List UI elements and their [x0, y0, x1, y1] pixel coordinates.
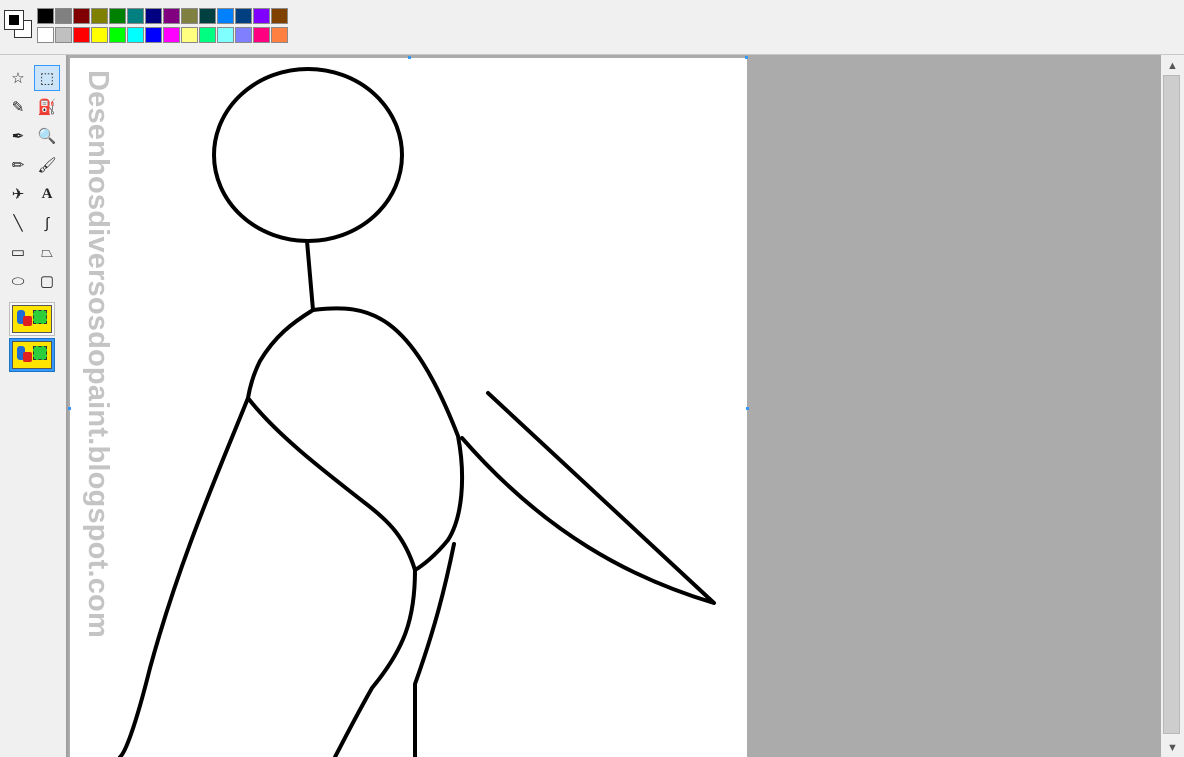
rounded-rectangle-icon: ▢	[39, 273, 55, 290]
brush-tool[interactable]: 🖌	[34, 152, 60, 178]
color-swatch[interactable]	[109, 27, 126, 43]
resize-handle-top[interactable]	[408, 56, 411, 59]
color-swatch[interactable]	[73, 8, 90, 24]
color-picker-tool[interactable]: ✒	[5, 123, 31, 149]
magnifier-icon: 🔍	[37, 128, 57, 145]
pencil-icon: ✏	[11, 157, 25, 174]
foreground-color-swatch[interactable]	[4, 10, 24, 30]
polygon-tool[interactable]: ⏢	[34, 239, 60, 265]
pencil-tool[interactable]: ✏	[5, 152, 31, 178]
airbrush-tool[interactable]: ✈	[5, 181, 31, 207]
opaque-selection-option[interactable]	[9, 302, 55, 336]
rectangle-tool[interactable]: ▭	[5, 239, 31, 265]
color-swatch[interactable]	[217, 8, 234, 24]
color-swatch[interactable]	[127, 8, 144, 24]
color-swatch[interactable]	[145, 27, 162, 43]
fill-icon: ⛽	[37, 99, 57, 116]
canvas-workspace: Desenhosdiversosdopaint.blogspot.com	[68, 55, 1161, 757]
back-leg-line	[413, 542, 456, 757]
magnifier-tool[interactable]: 🔍	[34, 123, 60, 149]
color-swatch[interactable]	[181, 27, 198, 43]
curve-tool[interactable]: ∫	[34, 210, 60, 236]
color-swatch[interactable]	[55, 27, 72, 43]
stick-figure-drawing	[118, 67, 716, 757]
eraser-tool[interactable]: ✎	[5, 94, 31, 120]
ellipse-icon: ⬭	[11, 272, 25, 290]
color-swatch[interactable]	[199, 8, 216, 24]
current-colors-indicator[interactable]	[2, 6, 34, 42]
drawing-canvas[interactable]: Desenhosdiversosdopaint.blogspot.com	[70, 58, 747, 757]
color-swatch[interactable]	[37, 8, 54, 24]
text-tool[interactable]: A	[34, 181, 60, 207]
fill-tool[interactable]: ⛽	[34, 94, 60, 120]
rectangle-select-tool[interactable]: ⬚	[34, 65, 60, 91]
left-leg-line	[118, 396, 250, 757]
color-swatch[interactable]	[127, 27, 144, 43]
scroll-thumb[interactable]	[1163, 75, 1180, 734]
color-swatch[interactable]	[181, 8, 198, 24]
color-swatch[interactable]	[91, 27, 108, 43]
head-circle	[212, 67, 404, 243]
color-swatch[interactable]	[235, 27, 252, 43]
color-swatch[interactable]	[145, 8, 162, 24]
color-swatch[interactable]	[253, 27, 270, 43]
color-swatch[interactable]	[217, 27, 234, 43]
color-swatch[interactable]	[271, 27, 288, 43]
opaque-option-icon	[12, 305, 52, 333]
palette-row-1	[37, 8, 288, 24]
toolbox: ☆ ⬚ ✎ ⛽ ✒ 🔍 ✏ 🖌 ✈ A ╲ ∫ ▭ ⏢ ⬭ ▢	[0, 55, 68, 757]
rounded-rectangle-tool[interactable]: ▢	[34, 268, 60, 294]
vertical-scrollbar[interactable]: ▲ ▼	[1161, 55, 1184, 757]
front-leg-line	[333, 568, 417, 757]
eraser-icon: ✎	[11, 99, 25, 116]
color-swatch[interactable]	[199, 27, 216, 43]
polygon-icon: ⏢	[40, 243, 53, 261]
neck-line	[305, 239, 315, 312]
color-swatch[interactable]	[271, 8, 288, 24]
color-picker-icon: ✒	[11, 128, 25, 145]
watermark-text: Desenhosdiversosdopaint.blogspot.com	[82, 70, 114, 638]
line-icon: ╲	[13, 215, 23, 232]
palette-row-2	[37, 27, 288, 43]
color-swatch[interactable]	[73, 27, 90, 43]
transparent-option-icon	[12, 341, 52, 369]
airbrush-icon: ✈	[11, 186, 25, 203]
color-swatch[interactable]	[55, 8, 72, 24]
tool-grid: ☆ ⬚ ✎ ⛽ ✒ 🔍 ✏ 🖌 ✈ A ╲ ∫ ▭ ⏢ ⬭ ▢	[5, 65, 62, 297]
scroll-up-icon[interactable]: ▲	[1161, 57, 1184, 75]
curve-icon: ∫	[44, 214, 50, 232]
scroll-down-icon[interactable]: ▼	[1161, 739, 1184, 757]
resize-handle-left[interactable]	[68, 407, 71, 410]
body-outline	[246, 306, 465, 572]
color-swatch[interactable]	[163, 8, 180, 24]
transparent-selection-option[interactable]	[9, 338, 55, 372]
color-swatch[interactable]	[91, 8, 108, 24]
text-icon: A	[41, 185, 53, 202]
color-swatch[interactable]	[235, 8, 252, 24]
color-swatch[interactable]	[37, 27, 54, 43]
ellipse-tool[interactable]: ⬭	[5, 268, 31, 294]
brush-icon: 🖌	[37, 157, 57, 174]
color-swatch[interactable]	[163, 27, 180, 43]
rectangle-select-icon: ⬚	[39, 70, 55, 87]
resize-handle-top-right[interactable]	[745, 56, 748, 59]
free-form-select-tool[interactable]: ☆	[5, 65, 31, 91]
free-form-select-icon: ☆	[11, 70, 25, 87]
color-palette-bar	[0, 0, 1184, 55]
resize-handle-right[interactable]	[746, 407, 749, 410]
line-tool[interactable]: ╲	[5, 210, 31, 236]
color-swatch[interactable]	[109, 8, 126, 24]
wing-line	[460, 391, 716, 605]
rectangle-icon: ▭	[10, 244, 26, 261]
color-swatch[interactable]	[253, 8, 270, 24]
